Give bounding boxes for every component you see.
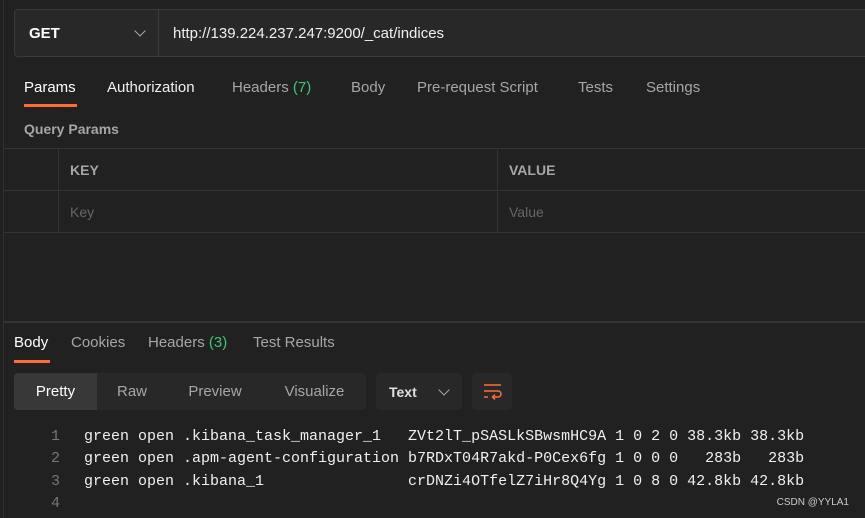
checkbox-cell (4, 191, 59, 232)
chevron-down-icon (134, 25, 146, 37)
watermark: CSDN @YYLA1 (776, 497, 849, 508)
tab-params[interactable]: Params (24, 79, 76, 96)
tab-headers[interactable]: Headers (7) (232, 79, 311, 96)
key-input[interactable]: Key (59, 191, 498, 232)
tab-cookies[interactable]: Cookies (71, 334, 125, 351)
wrap-lines-icon (484, 384, 502, 401)
pane-resize-handle[interactable] (4, 321, 865, 323)
format-label: Text (389, 383, 417, 400)
code-line: 2 green open .apm-agent-configuration b7R… (0, 448, 804, 471)
line-text: green open .apm-agent-configuration b7RD… (84, 450, 805, 468)
code-line: 1 green open .kibana_task_manager_1 ZVt2l… (0, 425, 804, 448)
view-raw[interactable]: Raw (97, 373, 167, 410)
view-pretty[interactable]: Pretty (14, 373, 97, 410)
wrap-lines-button[interactable] (472, 373, 512, 410)
line-number: 3 (50, 472, 60, 490)
line-text: green open .kibana_1 crDNZi4OTfelZ7iHr8Q… (84, 472, 805, 490)
tab-test-results[interactable]: Test Results (253, 334, 335, 351)
view-mode-segmented: Pretty Raw Preview Visualize (14, 373, 366, 410)
table-header-row: KEY VALUE (4, 149, 865, 191)
tab-authorization[interactable]: Authorization (107, 79, 195, 96)
method-select[interactable]: GET (15, 10, 159, 56)
tab-response-headers[interactable]: Headers (3) (148, 334, 227, 351)
response-headers-count: (3) (208, 334, 228, 351)
response-body[interactable]: 1 green open .kibana_task_manager_1 ZVt2l… (0, 425, 804, 515)
line-number: 2 (50, 450, 60, 468)
tab-settings[interactable]: Settings (646, 79, 700, 96)
active-response-tab-indicator (14, 360, 50, 363)
headers-count: (7) (292, 79, 312, 96)
query-params-table: KEY VALUE Key Value (4, 148, 865, 233)
code-line: 4 (0, 493, 804, 516)
view-visualize[interactable]: Visualize (263, 373, 366, 410)
tab-pre-request-script[interactable]: Pre-request Script (417, 79, 538, 96)
line-text: green open .kibana_task_manager_1 ZVt2lT… (84, 427, 805, 445)
tab-response-body[interactable]: Body (14, 334, 48, 351)
view-preview[interactable]: Preview (167, 373, 263, 410)
chevron-down-icon (438, 383, 450, 396)
tab-response-headers-label: Headers (148, 334, 205, 351)
url-bar: GET http://139.224.237.247:9200/_cat/ind… (14, 9, 865, 57)
tab-headers-label: Headers (232, 79, 289, 96)
key-header: KEY (59, 149, 498, 190)
line-number: 4 (50, 495, 60, 513)
table-row: Key Value (4, 191, 865, 233)
value-input[interactable]: Value (498, 191, 865, 232)
code-line: 3 green open .kibana_1 crDNZi4OTfelZ7iHr8… (0, 470, 804, 493)
format-select[interactable]: Text (376, 373, 462, 410)
url-input[interactable]: http://139.224.237.247:9200/_cat/indices (159, 10, 444, 56)
method-label: GET (29, 24, 60, 42)
value-header: VALUE (509, 161, 556, 178)
tab-body[interactable]: Body (351, 79, 385, 96)
checkbox-column (4, 149, 59, 190)
line-number: 1 (50, 427, 60, 445)
tab-tests[interactable]: Tests (578, 79, 613, 96)
query-params-title: Query Params (24, 121, 119, 137)
active-tab-indicator (24, 104, 77, 107)
